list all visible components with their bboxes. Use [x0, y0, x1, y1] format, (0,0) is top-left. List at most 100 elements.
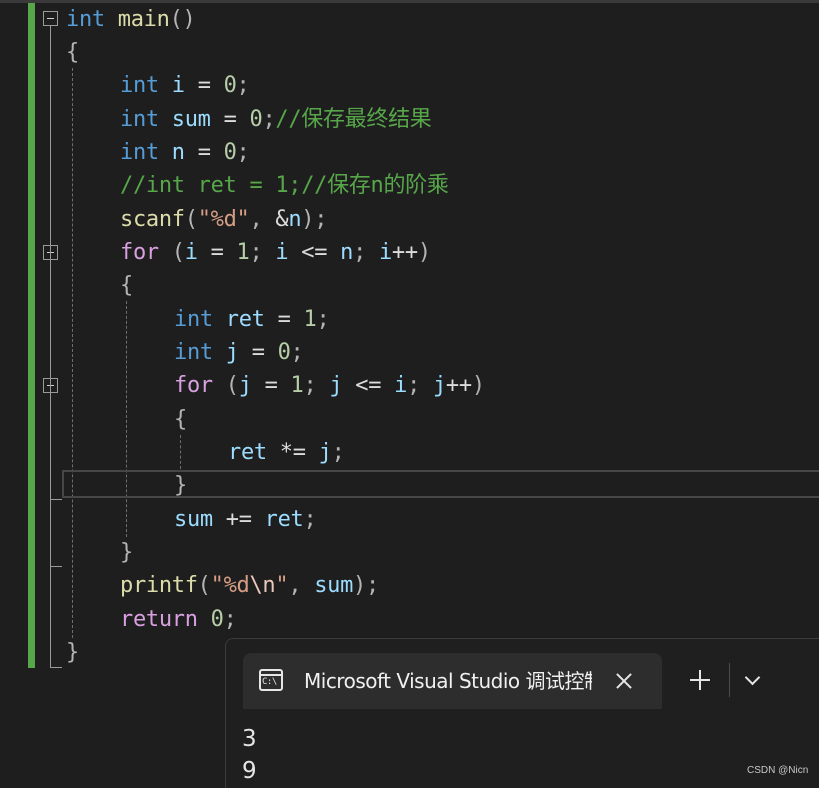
- code-token: j: [238, 373, 252, 398]
- output-line: 3: [242, 726, 257, 752]
- code-token: ,: [249, 207, 276, 232]
- code-token: j: [225, 340, 239, 365]
- outline-bracket: [50, 26, 51, 667]
- code-token: ): [417, 240, 431, 265]
- code-token: ;: [303, 507, 317, 532]
- collapse-main-icon[interactable]: [43, 11, 58, 26]
- code-token: (: [225, 373, 239, 398]
- code-token: ;: [353, 240, 379, 265]
- code-token: {: [66, 40, 79, 65]
- code-line[interactable]: int main(): [66, 3, 196, 36]
- code-token: int: [174, 307, 213, 332]
- code-token: ret: [264, 507, 304, 532]
- code-token: =: [197, 240, 237, 265]
- code-token: (): [169, 7, 196, 32]
- console-title: Microsoft Visual Studio 调试控制台: [304, 669, 592, 693]
- code-line[interactable]: }: [120, 536, 133, 569]
- watermark: CSDN @Nicn: [747, 765, 809, 776]
- code-token: i: [275, 240, 289, 265]
- code-line[interactable]: ret *= j;: [228, 436, 345, 469]
- code-line[interactable]: {: [174, 403, 187, 436]
- code-token: "%d: [210, 573, 250, 598]
- outline-bracket-end: [50, 499, 62, 500]
- code-line[interactable]: for (j = 1; j <= i; j++): [174, 369, 485, 402]
- outline-bracket-end: [50, 566, 62, 567]
- change-tracking-bar: [28, 3, 35, 668]
- code-token: int: [120, 107, 159, 132]
- code-line[interactable]: int i = 0;: [120, 69, 250, 102]
- code-token: sum: [171, 107, 211, 132]
- code-token: *=: [266, 440, 319, 465]
- code-line[interactable]: {: [66, 36, 79, 69]
- code-token: {: [174, 407, 187, 432]
- outline-bracket-end: [50, 667, 62, 668]
- code-line[interactable]: for (i = 1; i <= n; i++): [120, 236, 431, 269]
- code-token: ++: [391, 240, 418, 265]
- code-token: i: [184, 240, 198, 265]
- code-token: =: [184, 140, 224, 165]
- indent-guide: [126, 301, 127, 537]
- code-token: ;: [290, 340, 304, 365]
- code-token: \n: [249, 573, 276, 598]
- code-token: int: [120, 73, 159, 98]
- code-token: return: [120, 607, 198, 632]
- console-tab[interactable]: C:\ Microsoft Visual Studio 调试控制台: [243, 653, 662, 709]
- code-line[interactable]: int n = 0;: [120, 136, 250, 169]
- code-token: i: [378, 240, 392, 265]
- code-token: 0: [249, 107, 263, 132]
- code-token: j: [329, 373, 343, 398]
- debug-console-window[interactable]: C:\ Microsoft Visual Studio 调试控制台 3 9: [225, 638, 819, 788]
- code-line[interactable]: int j = 0;: [174, 336, 304, 369]
- code-token: i: [394, 373, 408, 398]
- code-token: =: [251, 373, 291, 398]
- code-line[interactable]: sum += ret;: [174, 503, 317, 536]
- code-line[interactable]: }: [174, 469, 187, 502]
- chevron-down-icon[interactable]: [740, 668, 764, 692]
- code-token: (: [197, 573, 211, 598]
- code-token: main: [117, 7, 170, 32]
- code-line[interactable]: return 0;: [120, 603, 237, 636]
- code-token: {: [120, 273, 133, 298]
- code-token: ;: [223, 607, 237, 632]
- code-line[interactable]: int sum = 0;//保存最终结果: [120, 103, 432, 136]
- code-line[interactable]: {: [120, 269, 133, 302]
- code-token: ++: [445, 373, 472, 398]
- code-token: int: [66, 7, 105, 32]
- code-token: sum: [174, 507, 213, 532]
- code-line[interactable]: }: [66, 636, 79, 669]
- code-token: ;: [316, 307, 330, 332]
- code-token: //保存最终结果: [275, 107, 432, 132]
- code-token: 0: [277, 340, 291, 365]
- code-token: (: [184, 207, 198, 232]
- code-token: n: [288, 207, 302, 232]
- code-token: }: [174, 473, 187, 498]
- code-token: =: [264, 307, 304, 332]
- code-token: ;: [236, 73, 250, 98]
- plus-icon[interactable]: [688, 668, 712, 692]
- code-line[interactable]: int ret = 1;: [174, 303, 330, 336]
- code-token: i: [171, 73, 185, 98]
- code-token: ": [275, 573, 289, 598]
- code-line[interactable]: scanf("%d", &n);: [120, 203, 327, 236]
- code-token: <=: [342, 373, 395, 398]
- code-line[interactable]: printf("%d\n", sum);: [120, 569, 379, 602]
- code-token: ;: [331, 440, 345, 465]
- code-line[interactable]: //int ret = 1;//保存n的阶乘: [120, 169, 449, 202]
- tab-separator: [729, 663, 730, 697]
- code-token: ;: [303, 373, 330, 398]
- code-token: }: [66, 640, 79, 665]
- close-icon[interactable]: [612, 669, 636, 693]
- code-token: ): [471, 373, 485, 398]
- code-token: ,: [288, 573, 315, 598]
- code-token: j: [318, 440, 332, 465]
- code-token: 1: [303, 307, 317, 332]
- code-token: n: [340, 240, 354, 265]
